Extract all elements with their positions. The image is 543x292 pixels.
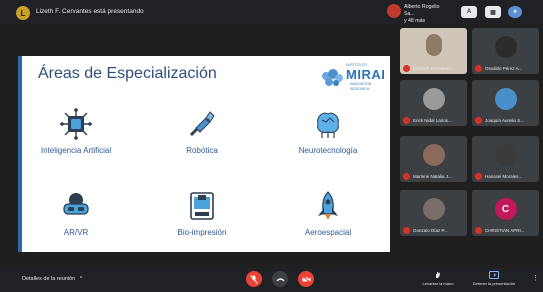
logo-cloud-icon [322, 69, 343, 86]
camera-button[interactable] [298, 271, 314, 287]
logo-name: MIRAI [346, 67, 386, 82]
participant-tile[interactable]: Hanssel Morales... [472, 136, 539, 182]
top-bar: L Lizeth F. Cervantes está presentando A… [0, 0, 543, 24]
participant-avatar [494, 144, 517, 166]
participant-name: Lizeth F. Cervantes [413, 66, 452, 71]
muted-mic-icon [403, 173, 410, 180]
participant-avatar [494, 88, 517, 110]
participant-name-bar: Osvaldo Pérez A... [472, 63, 539, 74]
muted-mic-icon [475, 65, 482, 72]
participant-avatar [422, 144, 445, 166]
participant-name-bar: Lizeth F. Cervantes [400, 63, 467, 74]
muted-mic-icon [403, 227, 410, 234]
stop-presenting-label: Detener la presentación [472, 281, 516, 286]
participant-name: Joaquín Aurelio S... [485, 118, 525, 123]
bio-printer-icon [190, 192, 214, 220]
hang-up-icon [276, 277, 284, 281]
participant-tile[interactable]: Gonzalo Díaz P... [400, 190, 467, 236]
area-label: Inteligencia Artificial [40, 146, 112, 155]
participant-avatar [494, 36, 517, 58]
participant-name-bar: Gonzalo Díaz P... [400, 225, 467, 236]
area-neurotech: Neurotecnología [268, 108, 388, 155]
user-account-icon[interactable]: ● [508, 6, 522, 18]
participant-tile[interactable]: Osvaldo Pérez A... [472, 28, 539, 74]
participant-video [425, 34, 442, 56]
mirai-logo: INSTITUTO MIRAI INNOVATION RESEARCH [320, 62, 385, 98]
participant-tile[interactable]: C CHRISTIAN APRI... [472, 190, 539, 236]
participant-name: Marlene Natalia J... [413, 174, 452, 179]
area-arvr: AR/VR [16, 190, 136, 237]
muted-mic-icon [475, 227, 482, 234]
participant-name-bar: Marlene Natalia J... [400, 171, 467, 182]
mic-off-icon [250, 274, 258, 284]
layout-icon[interactable]: ▦ [485, 6, 501, 18]
muted-mic-icon [403, 117, 410, 124]
bottom-bar: Detalles de la reunión ^ Levantar la man… [0, 268, 543, 292]
brain-circuit-icon [317, 112, 339, 138]
microphone-button[interactable] [246, 271, 262, 287]
camera-off-icon [301, 275, 311, 283]
presenter-status-text: Lizeth F. Cervantes está presentando [36, 8, 144, 15]
participant-avatar: C [494, 198, 517, 220]
participant-name: CHRISTIAN APRI... [485, 228, 525, 233]
presentation-slide: Áreas de Especialización INSTITUTO MIRAI… [18, 56, 390, 252]
chevron-up-icon: ^ [79, 276, 83, 282]
area-ai: Inteligencia Artificial [16, 108, 136, 155]
slide-title: Áreas de Especialización [38, 65, 217, 82]
participant-tile[interactable]: Lizeth F. Cervantes [400, 28, 467, 74]
rocket-icon [318, 191, 338, 220]
participant-tile[interactable]: Joaquín Aurelio S... [472, 80, 539, 126]
more-options-icon[interactable]: ⋮ [532, 274, 539, 282]
self-status: y 48 más [404, 18, 426, 24]
area-label: Robótica [186, 146, 218, 155]
meeting-details-button[interactable]: Detalles de la reunión ^ [22, 276, 82, 282]
area-label: Neurotecnología [298, 146, 358, 155]
area-label: AR/VR [63, 228, 89, 237]
participant-name-bar: Erick Nidal Larios... [400, 115, 467, 126]
area-bioprinting: Bio-impresión [142, 190, 262, 237]
participant-name: Gonzalo Díaz P... [413, 228, 448, 233]
self-name: Alberto Rogelio Sa... [404, 4, 440, 17]
participant-name-bar: CHRISTIAN APRI... [472, 225, 539, 236]
participant-avatar [422, 88, 445, 110]
participant-tile[interactable]: Marlene Natalia J... [400, 136, 467, 182]
participant-avatar [422, 198, 445, 220]
muted-mic-icon [403, 65, 410, 72]
present-screen-icon [489, 271, 499, 279]
area-label: Aeroespacial [304, 228, 352, 237]
participant-name: Osvaldo Pérez A... [485, 66, 523, 71]
participant-name-bar: Joaquín Aurelio S... [472, 115, 539, 126]
area-label: Bio-impresión [177, 228, 227, 237]
vr-headset-icon [63, 193, 89, 215]
presenter-avatar: L [16, 6, 30, 20]
area-robotics: Robótica [142, 108, 262, 155]
participant-name-bar: Hanssel Morales... [472, 171, 539, 182]
self-info: Alberto Rogelio Sa... y 48 más [404, 4, 442, 25]
raise-hand-label: Levantar la mano [422, 281, 454, 286]
participant-tile[interactable]: Erick Nidal Larios... [400, 80, 467, 126]
end-call-button[interactable] [272, 271, 288, 287]
muted-mic-icon [475, 117, 482, 124]
meeting-details-label: Detalles de la reunión [22, 276, 76, 282]
logo-subtitle: INNOVATION RESEARCH [350, 82, 372, 91]
robot-arm-icon [190, 111, 215, 136]
participant-name: Hanssel Morales... [485, 174, 523, 179]
participant-name: Erick Nidal Larios... [413, 118, 452, 123]
ai-chip-icon [60, 108, 92, 140]
muted-mic-icon [475, 173, 482, 180]
self-avatar [387, 4, 401, 18]
captions-icon[interactable]: A [461, 6, 477, 18]
area-aerospace: Aeroespacial [268, 190, 388, 237]
hand-icon [436, 272, 440, 278]
